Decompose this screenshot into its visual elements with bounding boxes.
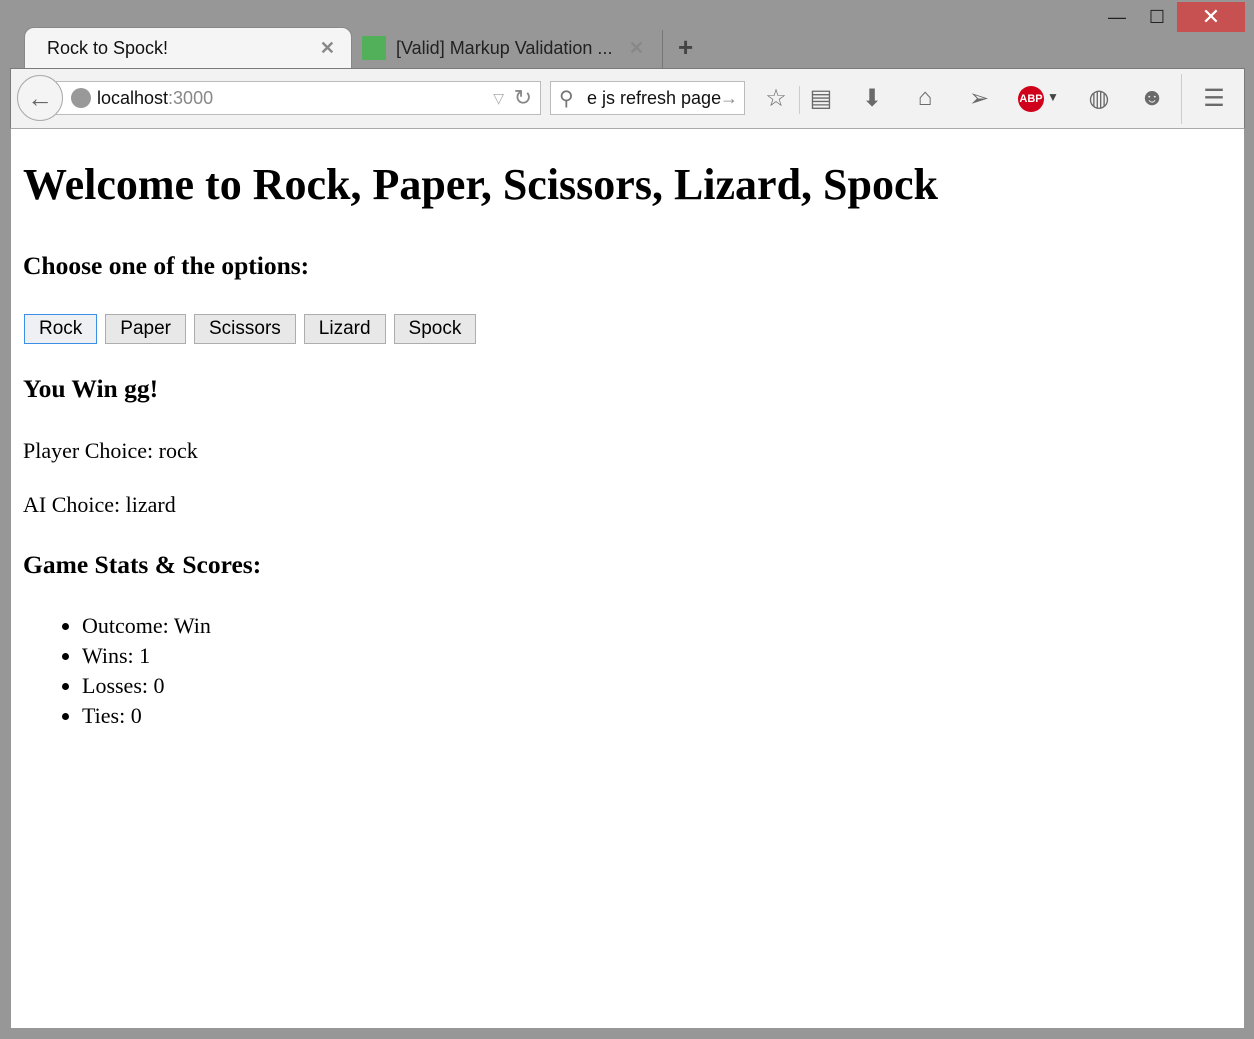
globe-icon — [71, 88, 91, 108]
maximize-button[interactable]: ☐ — [1140, 2, 1174, 32]
reload-icon[interactable]: ↻ — [514, 85, 532, 111]
url-host: localhost — [97, 87, 169, 108]
globe-edit-icon[interactable]: ◍ — [1084, 84, 1114, 113]
adblock-plus-icon[interactable]: ABP — [1018, 86, 1044, 112]
player-choice: Player Choice: rock — [23, 438, 198, 463]
url-bar[interactable]: localhost:3000 ▽ ↻ — [56, 81, 541, 115]
paper-button[interactable]: Paper — [105, 314, 186, 344]
tab-rock-to-spock[interactable]: Rock to Spock! ✕ — [24, 27, 352, 69]
search-value: e js refresh page — [587, 87, 722, 108]
stat-ties: Ties: 0 — [82, 701, 211, 731]
dropdown-icon[interactable]: ▽ — [493, 90, 504, 107]
lizard-button[interactable]: Lizard — [303, 314, 386, 344]
ai-choice: AI Choice: lizard — [23, 492, 176, 517]
minimize-button[interactable]: — — [1100, 2, 1134, 32]
search-icon: ⚲ — [559, 87, 574, 110]
download-icon[interactable]: ⬇ — [857, 84, 887, 113]
reading-list-icon[interactable]: ▤ — [806, 84, 836, 113]
close-tab-icon[interactable]: ✕ — [320, 38, 335, 59]
tab-title: [Valid] Markup Validation ... — [396, 37, 613, 58]
close-tab-icon[interactable]: ✕ — [629, 38, 644, 59]
search-input[interactable]: ⚲ e js refresh page → — [550, 81, 745, 115]
choice-buttons: Rock Paper Scissors Lizard Spock — [24, 314, 477, 344]
send-icon[interactable]: ➢ — [964, 84, 994, 113]
tab-title: Rock to Spock! — [47, 38, 169, 58]
stats-list: Outcome: Win Wins: 1 Losses: 0 Ties: 0 — [82, 611, 211, 731]
back-button[interactable]: ← — [17, 75, 63, 121]
favicon-icon — [362, 36, 386, 60]
choose-heading: Choose one of the options: — [23, 251, 310, 280]
chat-icon[interactable]: ☻ — [1137, 84, 1167, 112]
result-heading: You Win gg! — [23, 374, 159, 403]
tab-markup-validation[interactable]: [Valid] Markup Validation ... ✕ — [360, 27, 660, 69]
scissors-button[interactable]: Scissors — [194, 314, 296, 344]
rock-button[interactable]: Rock — [24, 314, 98, 344]
close-window-button[interactable]: ✕ — [1177, 2, 1245, 32]
go-arrow-icon[interactable]: → — [720, 88, 738, 109]
stat-wins: Wins: 1 — [82, 641, 211, 671]
spock-button[interactable]: Spock — [393, 314, 477, 344]
stat-outcome: Outcome: Win — [82, 611, 211, 641]
chevron-down-icon[interactable]: ▼ — [1047, 90, 1059, 104]
url-port: :3000 — [168, 87, 214, 108]
stats-heading: Game Stats & Scores: — [23, 550, 262, 579]
menu-icon[interactable]: ☰ — [1199, 84, 1229, 113]
home-icon[interactable]: ⌂ — [910, 84, 940, 112]
page-content: Welcome to Rock, Paper, Scissors, Lizard… — [11, 129, 1244, 1028]
new-tab-button[interactable]: + — [678, 32, 693, 63]
page-title: Welcome to Rock, Paper, Scissors, Lizard… — [23, 160, 938, 209]
star-icon[interactable]: ☆ — [761, 84, 791, 113]
stat-losses: Losses: 0 — [82, 671, 211, 701]
